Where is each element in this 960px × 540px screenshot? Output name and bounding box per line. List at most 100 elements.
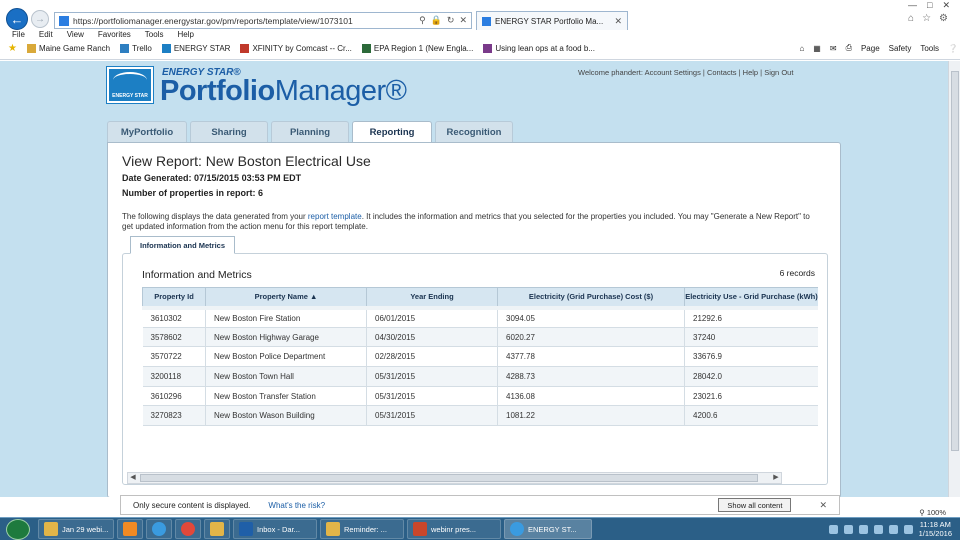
tab-reporting[interactable]: Reporting [352,121,432,142]
lock-icon[interactable]: 🔒 [431,15,442,26]
trello-icon [120,43,130,53]
favorite-item[interactable]: Trello [120,43,152,53]
table-row[interactable]: 3270823 New Boston Wason Building 05/31/… [142,405,818,427]
report-grid: Property Id Property Name ▲ Year Ending … [142,287,818,435]
minimize-icon[interactable]: — [908,0,917,11]
menu-bar: File Edit View Favorites Tools Help [12,30,194,39]
close-icon[interactable]: ✕ [459,15,467,26]
whats-the-risk-link[interactable]: What's the risk? [268,501,325,510]
table-row[interactable]: 3200118 New Boston Town Hall 05/31/2015 … [142,366,818,387]
star-icon[interactable]: ☆ [922,13,931,24]
vertical-scrollbar[interactable] [948,61,960,497]
table-row[interactable]: 3570722 New Boston Police Department 02/… [142,346,818,368]
gear-icon[interactable]: ⚙ [939,13,948,24]
back-button[interactable]: ← [6,8,28,30]
close-icon[interactable]: ✕ [819,500,827,511]
help-icon[interactable]: ❔ [948,44,958,53]
windows-taskbar: Jan 29 webi... Inbox - Dar... Reminder: … [0,517,960,540]
favorite-item[interactable]: ENERGY STAR [161,43,230,53]
tray-icon[interactable] [858,524,868,534]
volume-icon[interactable] [903,524,913,534]
column-header-electricity-cost[interactable]: Electricity (Grid Purchase) Cost ($) [497,287,685,308]
home-icon[interactable]: ⌂ [908,13,914,24]
security-message: Only secure content is displayed. [133,500,251,510]
show-all-content-button[interactable]: Show all content [718,498,792,512]
taskbar-item-outlook-inbox[interactable]: Inbox - Dar... [233,519,317,539]
column-header-property-name[interactable]: Property Name ▲ [205,287,367,308]
cell-property-name: New Boston Town Hall [205,366,367,387]
menu-tools[interactable]: Tools [145,30,164,39]
table-row[interactable]: 3610296 New Boston Transfer Station 05/3… [142,386,818,407]
column-header-electricity-use[interactable]: Electricity Use - Grid Purchase (kWh) [684,287,818,308]
taskbar-chrome[interactable] [175,519,201,539]
tab-recognition[interactable]: Recognition [435,121,513,142]
address-bar[interactable]: https://portfoliomanager.energystar.gov/… [54,12,472,29]
account-links[interactable]: Welcome phandert: Account Settings | Con… [578,68,793,77]
taskbar-item-folder[interactable]: Jan 29 webi... [38,519,114,539]
home-command-icon[interactable]: ⌂ [799,44,804,53]
menu-file[interactable]: File [12,30,25,39]
tab-myportfolio[interactable]: MyPortfolio [107,121,187,142]
table-row[interactable]: 3578602 New Boston Highway Garage 04/30/… [142,327,818,348]
tray-icon[interactable] [828,524,838,534]
zoom-level[interactable]: ⚲ 100% [919,508,946,517]
menu-favorites[interactable]: Favorites [98,30,131,39]
table-row[interactable]: 3610302 New Boston Fire Station 06/01/20… [142,305,818,328]
tray-icon[interactable] [873,524,883,534]
records-count: 6 records [779,268,815,278]
start-button[interactable] [6,518,30,540]
tab-close-icon[interactable]: ✕ [614,16,622,27]
column-header-property-id[interactable]: Property Id [142,287,206,308]
refresh-icon[interactable]: ↻ [447,15,455,26]
print-icon[interactable]: ⎙ [846,43,852,53]
mail-icon[interactable]: ✉ [830,44,837,53]
favorite-item[interactable]: Using lean ops at a food b... [483,43,595,53]
security-notification-bar: Only secure content is displayed. What's… [120,495,840,515]
tab-information-metrics[interactable]: Information and Metrics [130,236,236,254]
zoom-icon: ⚲ [919,508,927,517]
window-controls: — □ ✕ [908,0,950,11]
search-icon[interactable]: ⚲ [419,15,426,26]
column-header-year-ending[interactable]: Year Ending [366,287,498,308]
scroll-left-icon[interactable]: ◀ [128,473,138,483]
tab-sharing[interactable]: Sharing [190,121,268,142]
forward-button[interactable]: → [31,10,49,28]
url-text[interactable]: https://portfoliomanager.energystar.gov/… [73,16,415,26]
taskbar-explorer[interactable] [204,519,230,539]
menu-edit[interactable]: Edit [39,30,53,39]
report-template-link[interactable]: report template [308,212,362,221]
tab-planning[interactable]: Planning [271,121,349,142]
tools-menu[interactable]: Tools [920,44,939,53]
window-close-icon[interactable]: ✕ [942,0,950,11]
favorite-item[interactable]: Maine Game Ranch [26,43,110,53]
tray-icon[interactable] [843,524,853,534]
article-icon [483,43,493,53]
scroll-right-icon[interactable]: ▶ [771,473,781,483]
menu-view[interactable]: View [67,30,84,39]
command-bar: ⌂ ▦ ✉ ⎙ Page Safety Tools ❔ [799,43,958,53]
feeds-icon[interactable]: ▦ [813,44,821,53]
taskbar-media-player[interactable] [117,519,143,539]
page-menu[interactable]: Page [861,44,880,53]
cell-electricity-use: 33676.9 [684,346,818,368]
menu-help[interactable]: Help [177,30,193,39]
scrollbar-thumb[interactable] [140,474,758,482]
vertical-scrollbar-thumb[interactable] [951,71,959,451]
maximize-icon[interactable]: □ [927,0,932,11]
favorites-star-icon[interactable]: ★ [8,43,17,54]
taskbar-item-energy-star[interactable]: ENERGY ST... [504,519,592,539]
browser-tab[interactable]: ENERGY STAR Portfolio Ma... ✕ [476,11,628,30]
network-icon[interactable] [888,524,898,534]
cell-electricity-use: 28042.0 [684,366,818,387]
safety-menu[interactable]: Safety [889,44,912,53]
energy-star-logo[interactable]: ENERGY STAR [106,66,154,104]
clock-time: 11:18 AM [919,520,951,529]
taskbar-item-reminder[interactable]: Reminder: ... [320,519,404,539]
horizontal-scrollbar[interactable]: ◀ ▶ [127,472,782,484]
taskbar-item-powerpoint[interactable]: webinr pres... [407,519,501,539]
cell-property-name: New Boston Transfer Station [205,386,367,407]
favorite-item[interactable]: EPA Region 1 (New Engla... [361,43,473,53]
system-clock[interactable]: 11:18 AM 1/15/2016 [919,520,952,538]
taskbar-internet-explorer[interactable] [146,519,172,539]
favorite-item[interactable]: XFINITY by Comcast -- Cr... [240,43,352,53]
